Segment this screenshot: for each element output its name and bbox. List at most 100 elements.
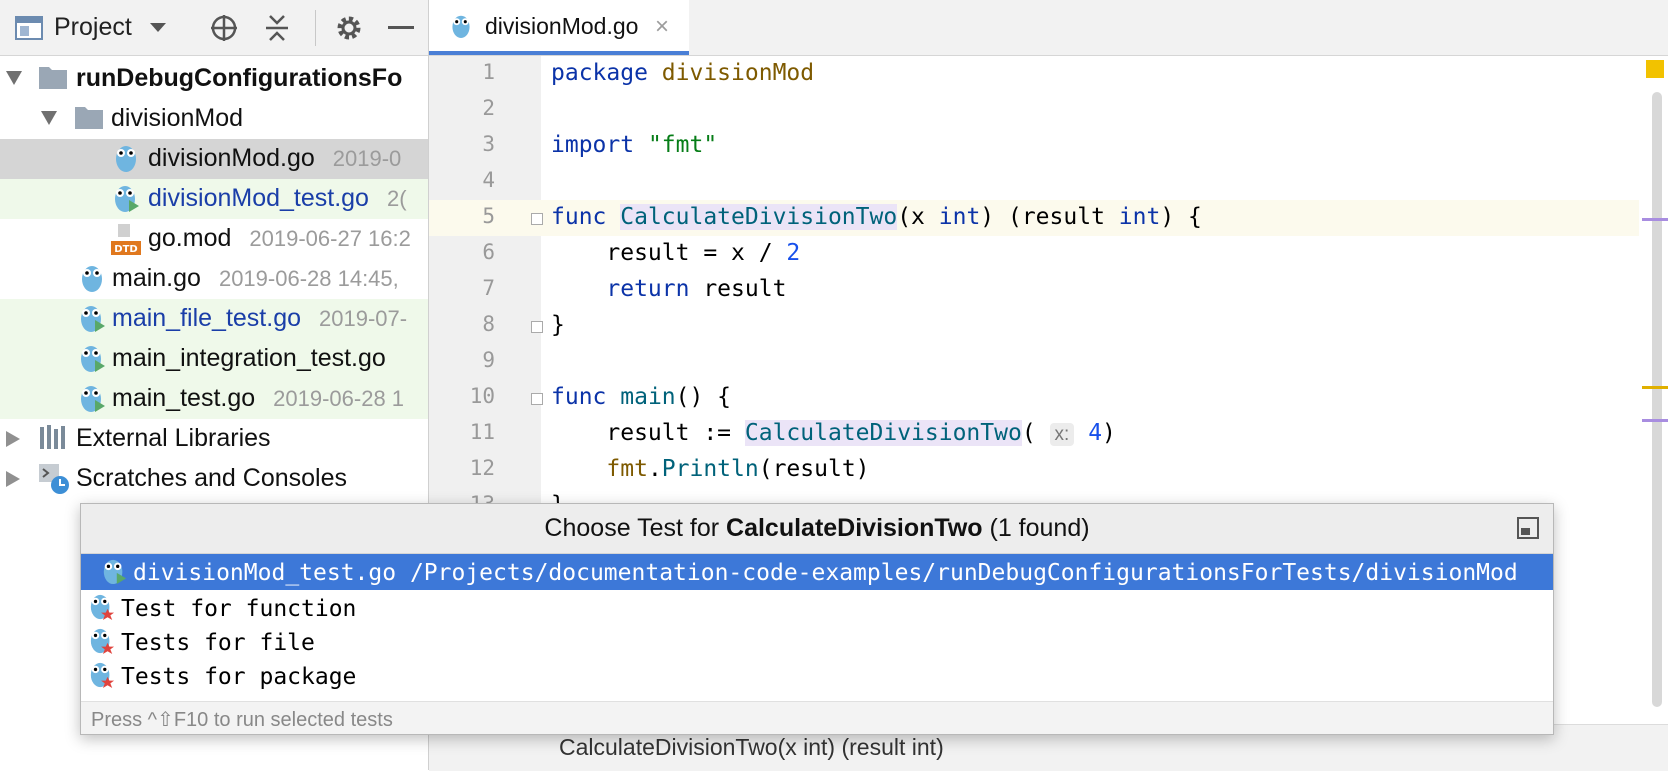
tree-file-main-file-test-go[interactable]: main_file_test.go 2019-07-	[0, 299, 428, 339]
close-icon[interactable]: ×	[655, 13, 669, 41]
line-number: 6	[482, 240, 495, 264]
expand-arrow-icon[interactable]	[6, 71, 22, 85]
tree-file-main-integration-test-go[interactable]: main_integration_test.go	[0, 339, 428, 379]
tree-root-node[interactable]: runDebugConfigurationsFo	[0, 59, 428, 99]
code-line-6: 6 result = x / 2	[429, 236, 1639, 272]
go-run-test-icon	[89, 627, 117, 655]
code-text: result = x /	[551, 240, 787, 266]
project-toolbar: Project	[0, 0, 428, 56]
file-meta: 2(	[386, 186, 407, 211]
hide-panel-icon[interactable]	[386, 13, 416, 43]
popup-item-tests-for-file[interactable]: Tests for file	[81, 624, 1553, 660]
expand-arrow-icon[interactable]	[41, 111, 57, 125]
tree-file-go-mod[interactable]: DTD go.mod 2019-06-27 16:2	[0, 219, 428, 259]
tree-external-libraries[interactable]: External Libraries	[0, 419, 428, 459]
popup-header: Choose Test for CalculateDivisionTwo (1 …	[81, 504, 1553, 554]
toolbar-divider	[315, 10, 316, 46]
scroll-marker	[1642, 218, 1668, 221]
line-number: 8	[482, 312, 495, 336]
external-libraries-label: External Libraries	[76, 424, 271, 452]
popup-item-tests-for-package[interactable]: Tests for package	[81, 658, 1553, 694]
popup-item-test-for-function[interactable]: Test for function	[81, 590, 1553, 626]
expand-arrow-icon[interactable]	[6, 471, 20, 487]
svg-text:DTD: DTD	[114, 244, 137, 255]
inspection-status-icon[interactable]	[1646, 60, 1664, 78]
keyword: import	[551, 132, 635, 158]
popup-item-label: divisionMod_test.go /Projects/documentat…	[133, 560, 1518, 586]
popup-footer: Press ^⇧F10 to run selected tests	[81, 701, 1553, 734]
tree-file-division-mod-test-go[interactable]: divisionMod_test.go 2(	[0, 179, 428, 219]
function-name: Println	[661, 456, 759, 482]
folder-icon	[38, 63, 68, 93]
fold-marker-icon[interactable]	[531, 321, 543, 333]
number-literal: 2	[786, 240, 801, 266]
library-icon	[38, 423, 68, 453]
go-test-gopher-icon	[101, 557, 129, 585]
file-meta: 2019-07-	[319, 306, 408, 331]
code-line-7: 7 return result	[429, 272, 1639, 308]
vertical-scrollbar[interactable]	[1652, 92, 1662, 707]
collapse-all-icon[interactable]	[262, 13, 292, 43]
line-number: 3	[482, 132, 495, 156]
file-name: go.mod	[148, 224, 232, 252]
signature-hint: CalculateDivisionTwo(x int) (result int)	[559, 734, 944, 760]
code-text: )	[1102, 420, 1116, 446]
code-text: (	[1021, 420, 1036, 446]
go-test-gopher-icon	[78, 383, 108, 413]
tab-label: divisionMod.go	[485, 13, 639, 39]
scratches-icon	[38, 463, 69, 494]
tree-scratches-consoles[interactable]: Scratches and Consoles	[0, 459, 428, 499]
number-literal: 4	[1088, 420, 1103, 446]
chevron-down-icon[interactable]	[143, 13, 173, 43]
code-line-12: 12 fmt.Println(result)	[429, 452, 1639, 488]
go-run-test-icon	[89, 661, 117, 689]
function-name: CalculateDivisionTwo	[744, 420, 1022, 446]
string-literal: "fmt"	[647, 132, 718, 158]
go-gopher-icon	[449, 12, 473, 45]
code-line-9: 9	[429, 344, 1639, 380]
line-number: 1	[482, 60, 495, 84]
line-number: 12	[469, 456, 495, 480]
code-text: ) {	[1160, 204, 1202, 230]
project-view-icon[interactable]	[14, 13, 44, 43]
popup-title-function: CalculateDivisionTwo	[726, 514, 983, 542]
line-number: 2	[482, 96, 495, 120]
scratches-label: Scratches and Consoles	[76, 464, 347, 492]
fold-marker-icon[interactable]	[531, 393, 543, 405]
keyword: return	[606, 276, 690, 302]
locate-target-icon[interactable]	[209, 13, 239, 43]
go-test-gopher-icon	[78, 343, 108, 373]
expand-arrow-icon[interactable]	[6, 431, 20, 447]
tab-division-mod-go[interactable]: divisionMod.go ×	[429, 0, 689, 55]
code-text: result :=	[551, 420, 745, 446]
tree-file-main-go[interactable]: main.go 2019-06-28 14:45,	[0, 259, 428, 299]
code-line-10: 10 func main() {	[429, 380, 1639, 416]
tree-folder-node[interactable]: divisionMod	[0, 99, 428, 139]
go-test-gopher-icon	[78, 303, 108, 333]
pin-window-icon[interactable]	[1517, 517, 1539, 539]
parameter-hint: x:	[1049, 423, 1075, 446]
gear-icon[interactable]	[334, 13, 364, 43]
popup-item-test-file[interactable]: divisionMod_test.go /Projects/documentat…	[81, 554, 1553, 590]
file-name: main_file_test.go	[112, 304, 302, 332]
popup-title-prefix: Choose Test for	[544, 514, 727, 542]
project-view-title[interactable]: Project	[54, 13, 132, 42]
tree-root-label: runDebugConfigurationsFo	[76, 64, 403, 92]
function-name: CalculateDivisionTwo	[620, 204, 898, 230]
editor-tab-bar: divisionMod.go ×	[429, 0, 1668, 56]
package-name: fmt	[606, 456, 648, 482]
dtd-file-icon: DTD	[110, 223, 141, 255]
go-run-test-icon	[89, 593, 117, 621]
go-gopher-icon	[112, 143, 142, 173]
code-line-2: 2	[429, 92, 1639, 128]
code-line-1: 1 package divisionMod	[429, 56, 1639, 92]
file-name: divisionMod.go	[148, 144, 315, 172]
tree-file-division-mod-go[interactable]: divisionMod.go 2019-0	[0, 139, 428, 179]
code-line-8: 8 }	[429, 308, 1639, 344]
code-line-4: 4	[429, 164, 1639, 200]
keyword: func	[551, 384, 607, 410]
fold-marker-icon[interactable]	[531, 213, 543, 225]
line-number: 9	[482, 348, 495, 372]
tree-file-main-test-go[interactable]: main_test.go 2019-06-28 1	[0, 379, 428, 419]
file-name: main_test.go	[112, 384, 256, 412]
